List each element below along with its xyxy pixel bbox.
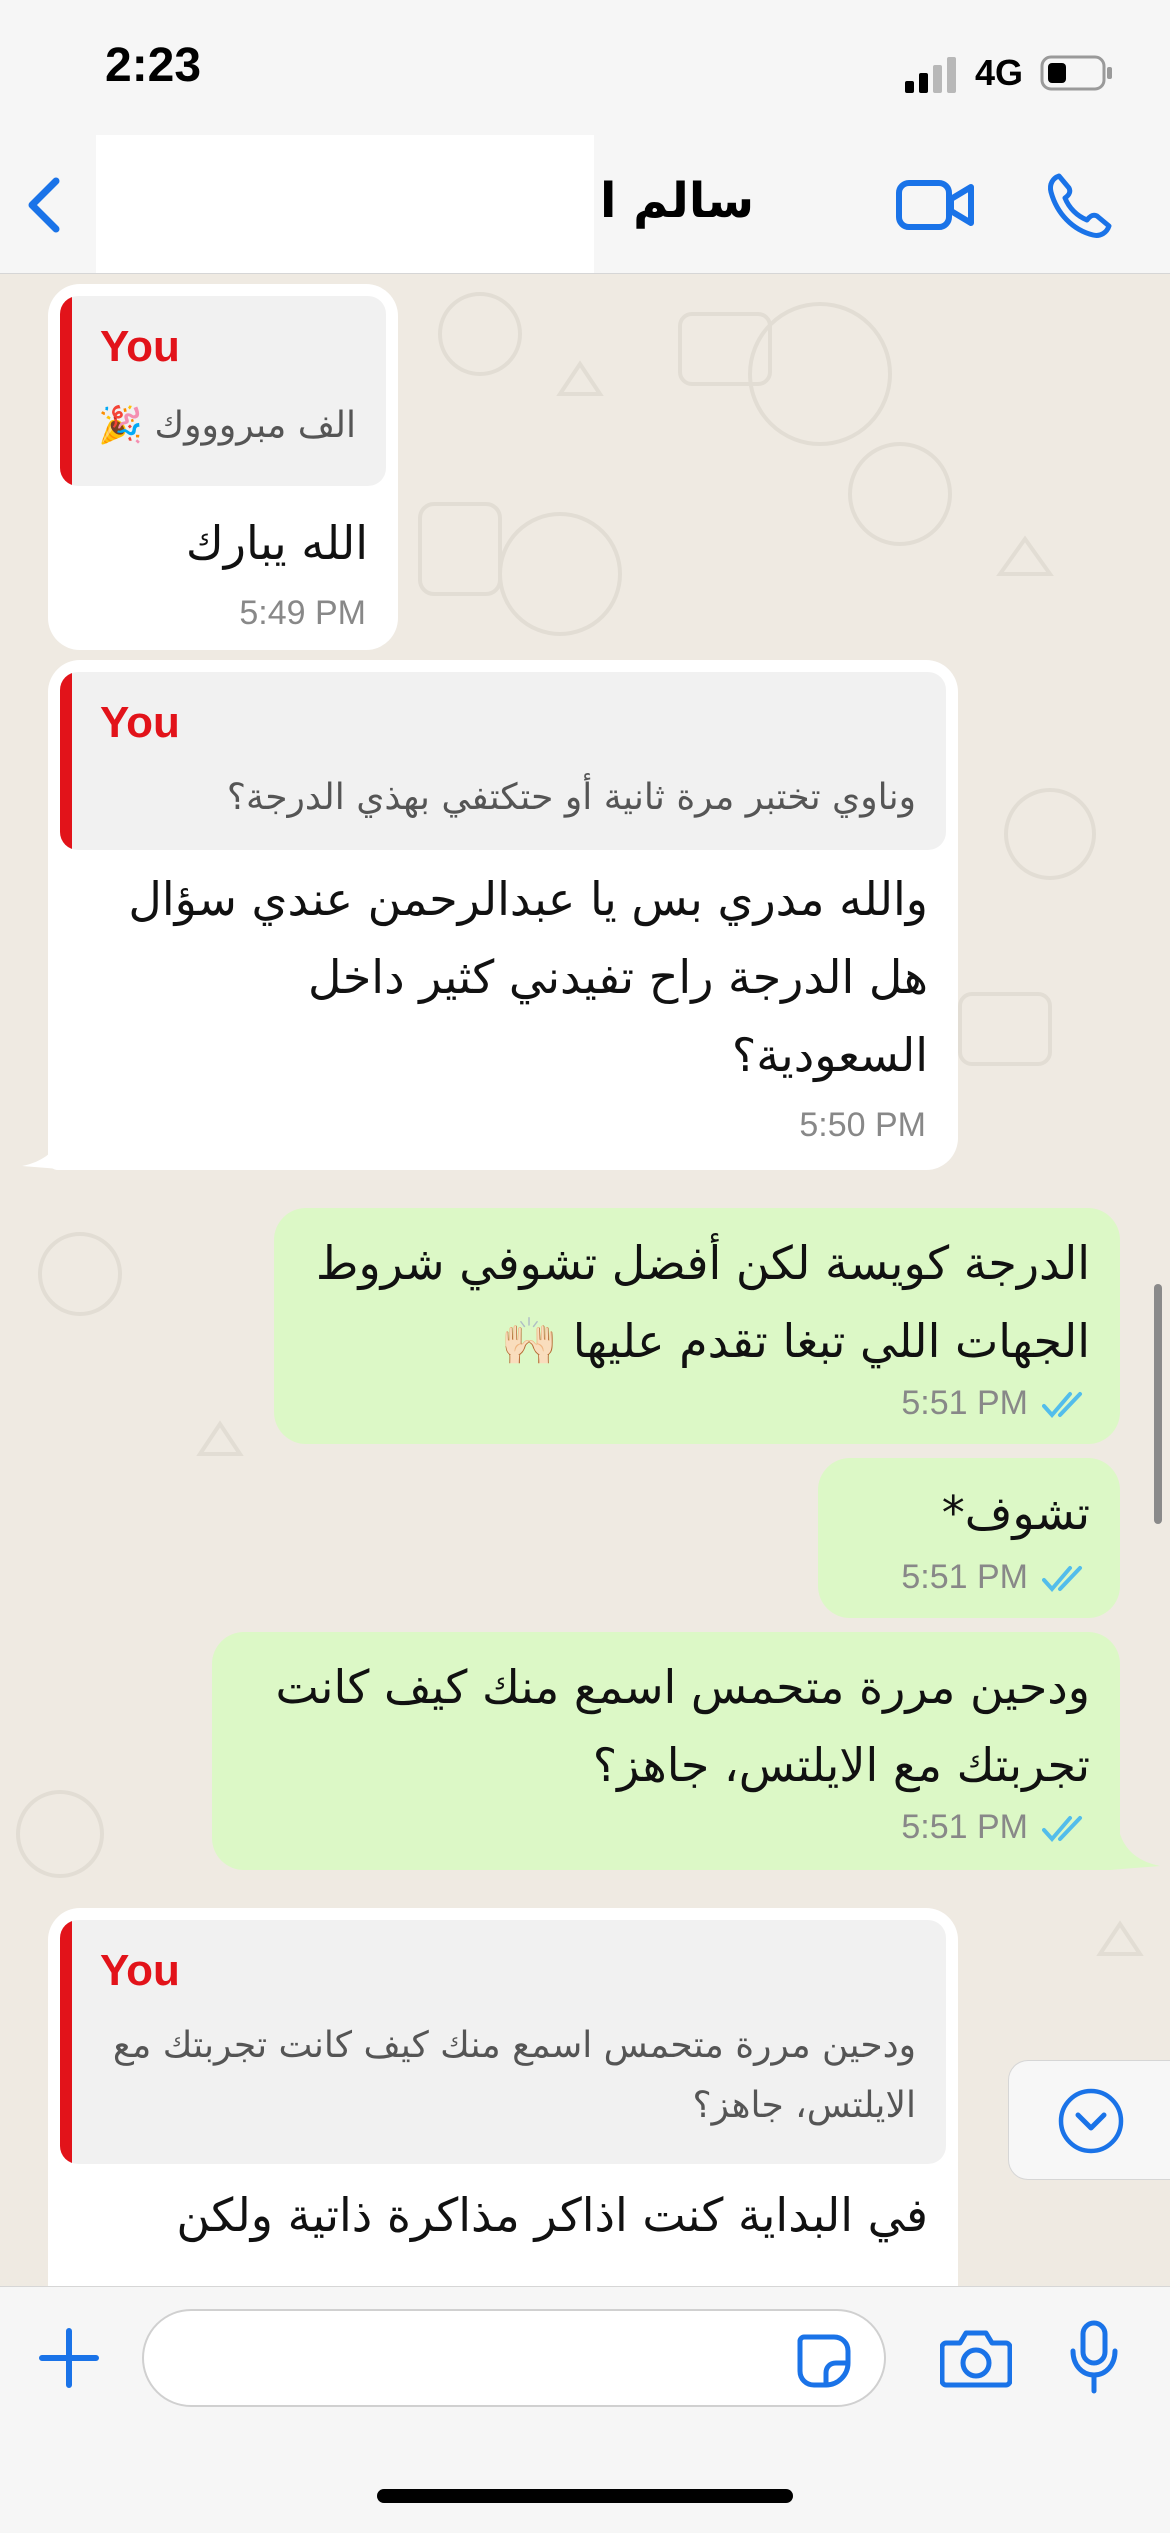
- message-text: تشوف*: [941, 1486, 1090, 1540]
- quote-text: ودحين مررة متحمس اسمع منك كيف كانت تجربت…: [76, 2016, 916, 2136]
- message-line: الجهات اللي تبغا تقدم عليها 🙌🏻: [500, 1314, 1090, 1368]
- message-line: والله مدري بس يا عبدالرحمن عندي سؤال: [128, 872, 928, 926]
- message-bubble-incoming[interactable]: You وناوي تختبر مرة ثانية أو حتكتفي بهذي…: [48, 660, 958, 1170]
- message-text: الله يبارك: [185, 516, 368, 570]
- message-input[interactable]: [142, 2309, 886, 2407]
- read-receipt-icon: [1042, 1566, 1082, 1593]
- quote-author: You: [100, 1946, 180, 1995]
- message-line: الدرجة كويسة لكن أفضل تشوفي شروط: [315, 1236, 1090, 1290]
- quoted-message[interactable]: You الف مبروووك 🎉: [60, 296, 386, 486]
- quote-author: You: [100, 322, 180, 371]
- quoted-message[interactable]: You وناوي تختبر مرة ثانية أو حتكتفي بهذي…: [60, 672, 946, 850]
- message-line: ودحين مررة متحمس اسمع منك كيف كانت: [275, 1660, 1090, 1714]
- quote-line: الايلتس، جاهز؟: [692, 2085, 916, 2126]
- message-time: 5:51 PM: [901, 1384, 1028, 1422]
- message-time: 5:50 PM: [799, 1106, 926, 1144]
- message-bubble-outgoing[interactable]: ودحين مررة متحمس اسمع منك كيف كانت تجربت…: [212, 1632, 1120, 1870]
- read-receipt-icon: [1042, 1392, 1082, 1419]
- quote-bar: [60, 672, 72, 850]
- contact-name[interactable]: سالم ا: [600, 173, 754, 229]
- quote-line: ودحين مررة متحمس اسمع منك كيف كانت تجربت…: [112, 2025, 916, 2066]
- message-text: ودحين مررة متحمس اسمع منك كيف كانت تجربت…: [230, 1648, 1090, 1804]
- back-chevron-icon[interactable]: [20, 175, 70, 235]
- scroll-to-bottom-button[interactable]: [1008, 2060, 1170, 2180]
- network-label: 4G: [975, 52, 1024, 93]
- message-time: 5:51 PM: [901, 1558, 1028, 1596]
- phone-icon[interactable]: [1045, 170, 1115, 240]
- message-text: الدرجة كويسة لكن أفضل تشوفي شروط الجهات …: [290, 1224, 1090, 1380]
- battery-icon: [1040, 55, 1112, 91]
- microphone-icon[interactable]: [1068, 2319, 1120, 2395]
- status-bar: 2:23 4G: [0, 0, 1170, 135]
- quote-text: الف مبروووك 🎉: [98, 405, 356, 446]
- quote-text: وناوي تختبر مرة ثانية أو حتكتفي بهذي الد…: [226, 777, 916, 818]
- compose-bar: [0, 2286, 1170, 2533]
- signal-icon: [905, 57, 956, 93]
- message-bubble-outgoing[interactable]: تشوف* 5:51 PM: [818, 1458, 1120, 1618]
- read-receipt-icon: [1042, 1816, 1082, 1843]
- message-time: 5:49 PM: [239, 594, 366, 632]
- quote-bar: [60, 296, 72, 486]
- chat-area[interactable]: You الف مبروووك 🎉 الله يبارك 5:49 PM You…: [0, 274, 1170, 2286]
- quote-bar: [60, 1920, 72, 2164]
- message-line: تجربتك مع الايلتس، جاهز؟: [592, 1738, 1090, 1792]
- quoted-message[interactable]: You ودحين مررة متحمس اسمع منك كيف كانت ت…: [60, 1920, 946, 2164]
- message-bubble-outgoing[interactable]: الدرجة كويسة لكن أفضل تشوفي شروط الجهات …: [274, 1208, 1120, 1444]
- status-time: 2:23: [105, 39, 202, 92]
- plus-icon[interactable]: [38, 2327, 100, 2389]
- message-text: في البداية كنت اذاكر مذاكرة ذاتية ولكن: [176, 2188, 928, 2242]
- message-text: والله مدري بس يا عبدالرحمن عندي سؤال هل …: [68, 860, 928, 1094]
- chevron-down-circle-icon: [1058, 2088, 1124, 2154]
- sticker-icon[interactable]: [796, 2333, 852, 2389]
- message-line: السعودية؟: [731, 1028, 928, 1082]
- home-indicator: [377, 2489, 793, 2503]
- redacted-area: [96, 135, 594, 273]
- camera-icon[interactable]: [940, 2327, 1012, 2389]
- scrollbar[interactable]: [1154, 1284, 1162, 1524]
- message-bubble-incoming[interactable]: You الف مبروووك 🎉 الله يبارك 5:49 PM: [48, 284, 398, 650]
- bubble-tail: [22, 1134, 72, 1170]
- video-camera-icon[interactable]: [895, 175, 975, 235]
- message-line: هل الدرجة راح تفيدني كثير داخل: [308, 950, 928, 1004]
- quote-author: You: [100, 698, 180, 747]
- bubble-tail: [1110, 1834, 1160, 1870]
- chat-header: سالم ا: [0, 135, 1170, 274]
- message-bubble-incoming[interactable]: You ودحين مررة متحمس اسمع منك كيف كانت ت…: [48, 1908, 958, 2286]
- message-time: 5:51 PM: [901, 1808, 1028, 1846]
